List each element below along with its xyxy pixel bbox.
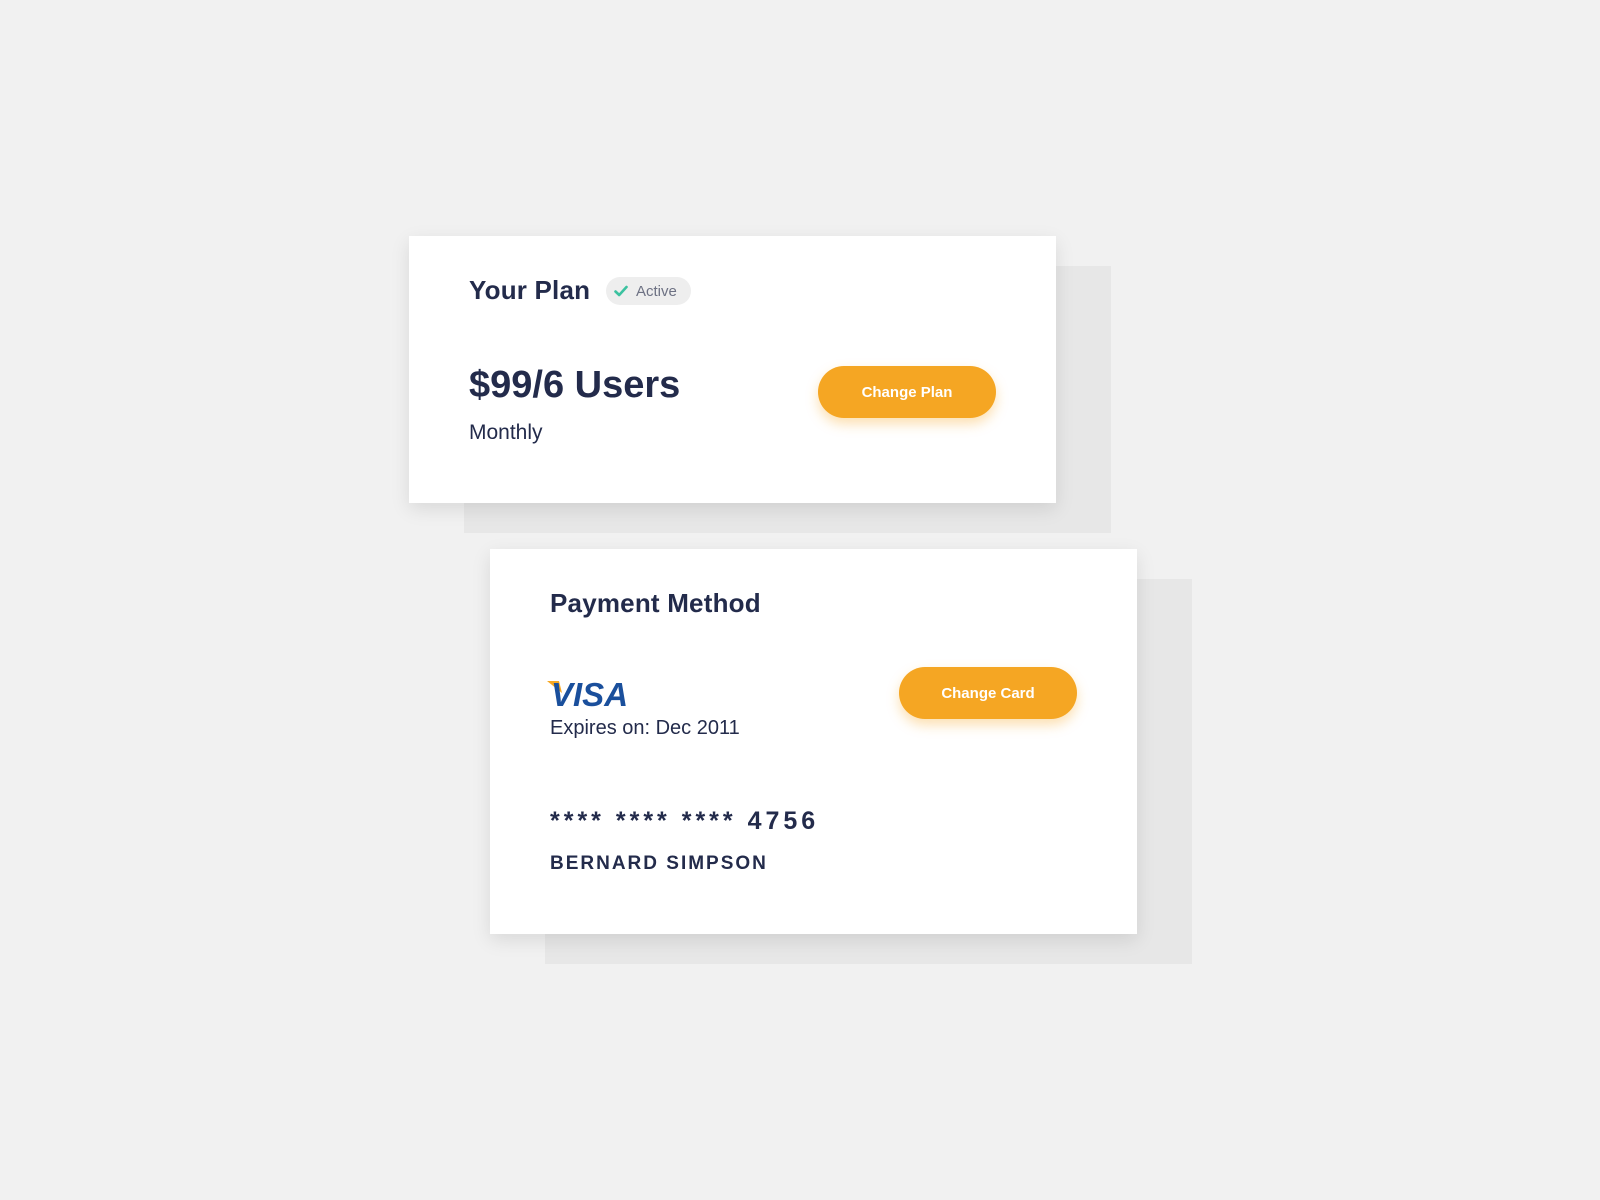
status-badge: Active (606, 277, 691, 305)
payment-method-title: Payment Method (550, 588, 761, 618)
change-plan-button[interactable]: Change Plan (818, 366, 996, 418)
visa-logo-text: VISA (551, 677, 628, 709)
plan-period: Monthly (469, 421, 543, 444)
visa-logo: VISA (547, 677, 641, 709)
plan-price: $99/6 Users (469, 364, 681, 406)
cardholder-name: BERNARD SIMPSON (550, 853, 768, 874)
plan-title: Your Plan (469, 275, 591, 305)
card-number: **** **** **** 4756 (550, 807, 820, 835)
change-card-button[interactable]: Change Card (899, 667, 1077, 719)
card-expiry: Expires on: Dec 2011 (550, 717, 740, 739)
payment-method-card: Payment Method VISA Expires on: Dec 2011… (490, 549, 1137, 934)
status-label: Active (636, 282, 677, 300)
check-icon (614, 285, 628, 297)
plan-card: Your Plan Active $99/6 Users Monthly Cha… (409, 236, 1056, 503)
